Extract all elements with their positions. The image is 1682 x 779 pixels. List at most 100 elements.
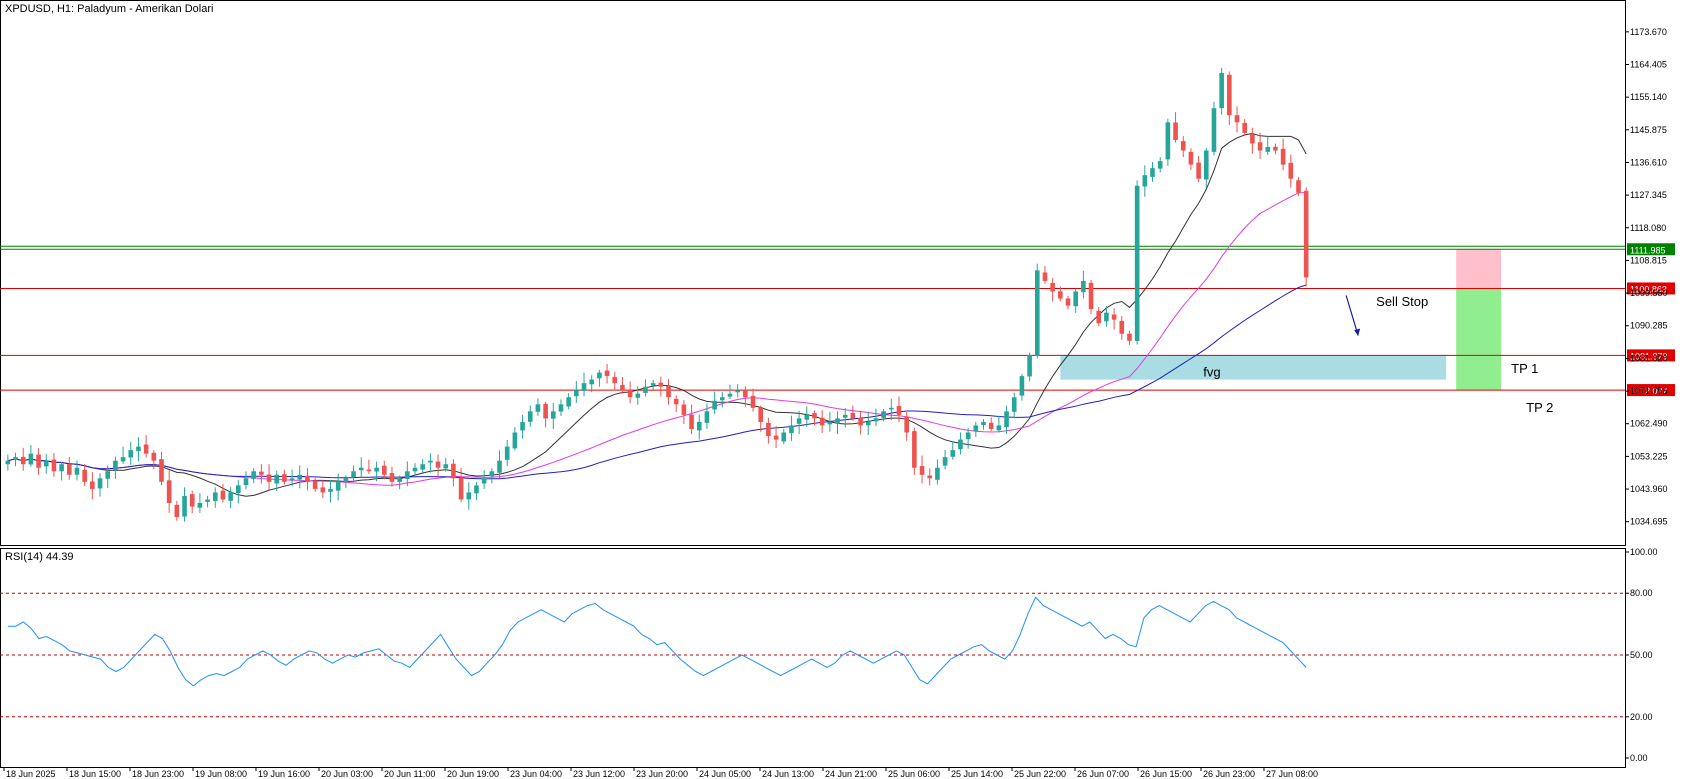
candle-body (428, 460, 433, 463)
candle-body (458, 477, 464, 500)
candle-body (958, 439, 963, 450)
candle-body (604, 370, 610, 377)
candle-body (259, 471, 264, 475)
candle-body (205, 499, 210, 502)
candle-body (1280, 148, 1286, 165)
candle-body (36, 454, 41, 468)
candle-body (666, 386, 671, 398)
price-tick-label: 1053.225 (1630, 451, 1668, 461)
candle-body (120, 457, 126, 462)
candle-body (320, 487, 326, 493)
candle-body (689, 414, 694, 429)
price-chart-svg[interactable]: XPDUSD, H1: Paladyum - Amerikan Dolari R… (0, 0, 1682, 779)
candle-body (1104, 312, 1109, 322)
time-tick-label: 18 Jun 15:00 (69, 769, 121, 779)
time-tick-label: 26 Jun 15:00 (1140, 769, 1192, 779)
candle (1034, 263, 1040, 359)
candle-body (996, 425, 1002, 431)
candle-body (1188, 151, 1194, 165)
tp2-label: TP 2 (1526, 400, 1553, 415)
candle-body (681, 404, 687, 415)
candle (1134, 180, 1140, 345)
candle-body (612, 377, 618, 384)
time-tick-label: 19 Jun 16:00 (258, 769, 310, 779)
candle-body (1050, 282, 1055, 292)
candle-body (566, 397, 571, 407)
candle-body (20, 456, 26, 465)
candle-body (166, 480, 172, 503)
candle-body (1211, 108, 1217, 152)
candle-body (1273, 146, 1278, 151)
candle-body (1073, 291, 1078, 307)
candle-body (842, 414, 848, 418)
price-tick-label: 1145.875 (1630, 125, 1667, 135)
candle-body (435, 461, 441, 468)
candle-body (789, 425, 794, 434)
candle-body (297, 474, 303, 480)
candle-body (82, 469, 87, 482)
candle-body (712, 400, 717, 410)
candle-body (696, 421, 702, 431)
candle-body (912, 431, 917, 468)
candle (1211, 101, 1217, 156)
candle-body (1142, 175, 1148, 187)
candle-body (735, 390, 740, 393)
candle-body (266, 474, 272, 482)
candle-body (351, 471, 356, 478)
candle-body (1242, 122, 1248, 133)
candle-body (1296, 180, 1301, 193)
candle-body (758, 407, 764, 422)
candle-body (643, 386, 648, 393)
candle-body (274, 474, 280, 484)
candle-body (773, 435, 779, 440)
candle-body (673, 398, 679, 405)
candle-body (504, 446, 510, 460)
candle-body (589, 379, 595, 385)
candle-body (1234, 115, 1240, 123)
candle-body (358, 467, 364, 471)
candle-body (397, 478, 402, 482)
candle-body (128, 450, 134, 458)
rsi-tick-label: 20.00 (1630, 712, 1653, 722)
candle-body (704, 411, 710, 423)
candle-body (1265, 146, 1271, 152)
candle-body (750, 395, 756, 408)
candle-body (182, 495, 187, 517)
candle-body (635, 393, 641, 398)
candle-body (43, 460, 49, 467)
time-tick-label: 25 Jun 22:00 (1014, 769, 1066, 779)
candle-body (973, 425, 979, 432)
candle-body (919, 466, 925, 475)
candle-body (1165, 122, 1171, 160)
candle-body (113, 460, 118, 470)
candle-body (1019, 376, 1025, 396)
price-tick-label: 1081.020 (1630, 353, 1668, 363)
candle-body (1065, 298, 1071, 306)
candle-body (497, 460, 502, 473)
candle-body (1042, 272, 1048, 281)
candle-body (796, 418, 802, 424)
candle-body (935, 467, 940, 480)
time-tick-label: 23 Jun 04:00 (510, 769, 562, 779)
price-tick-label: 1108.815 (1630, 255, 1667, 265)
time-tick-label: 26 Jun 07:00 (1077, 769, 1129, 779)
chart-window: XPDUSD, H1: Paladyum - Amerikan Dolari R… (0, 0, 1682, 779)
candle-body (151, 452, 157, 461)
rsi-panel-frame (0, 548, 1626, 768)
time-tick-label: 24 Jun 13:00 (762, 769, 814, 779)
candle-body (766, 422, 771, 437)
candle-body (443, 464, 449, 469)
candle-body (335, 481, 341, 491)
candle (1303, 187, 1309, 287)
price-tick-label: 1090.285 (1630, 321, 1668, 331)
candle-body (59, 464, 64, 472)
candle-body (90, 481, 95, 489)
candle-body (1257, 142, 1263, 151)
candle-body (236, 485, 241, 494)
candle-body (1058, 291, 1063, 299)
candle-body (781, 432, 787, 442)
candle-body (1119, 320, 1125, 334)
time-tick-label: 25 Jun 06:00 (888, 769, 940, 779)
candle-body (282, 474, 287, 482)
candle-body (1303, 190, 1309, 278)
